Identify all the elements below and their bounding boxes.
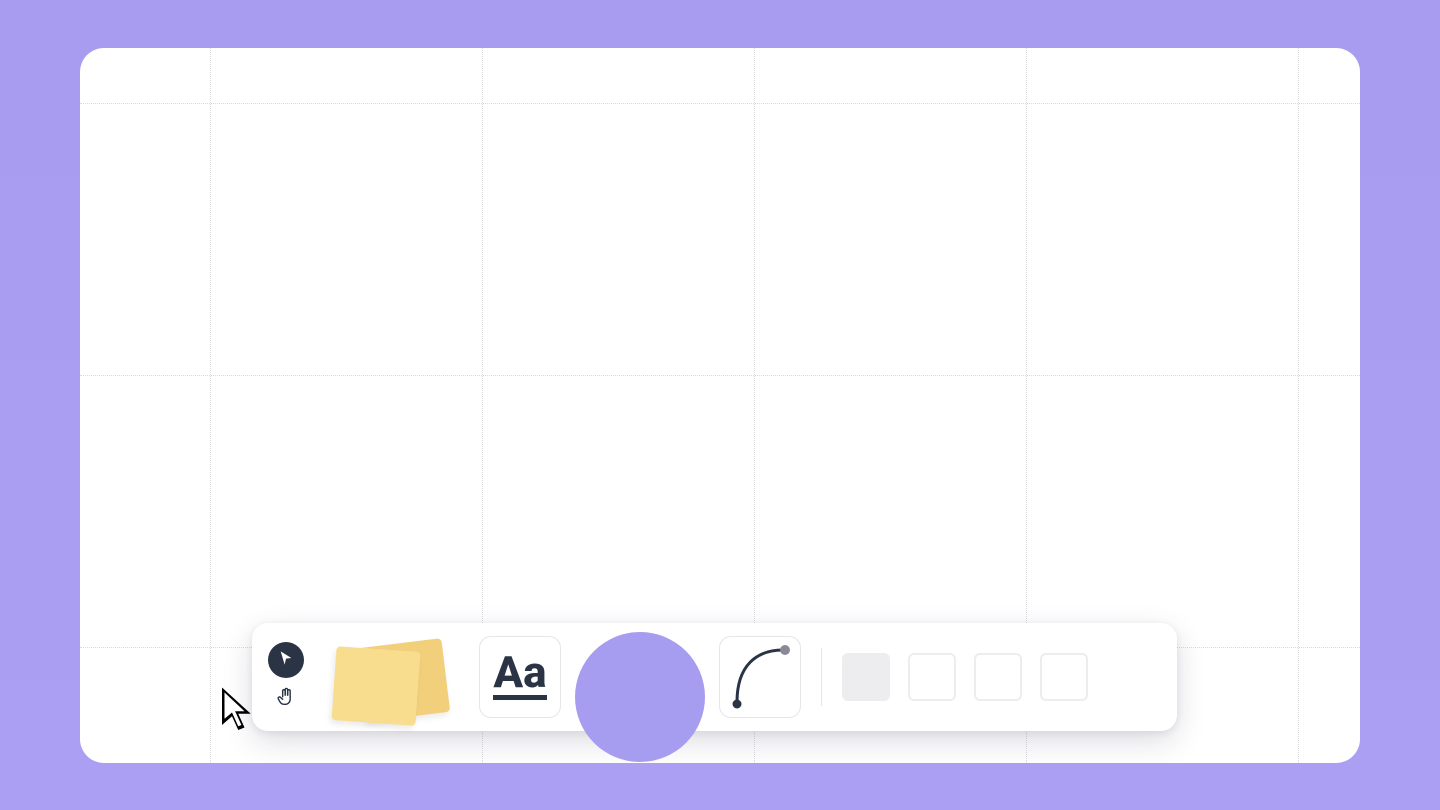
shape-tool[interactable] (575, 632, 705, 722)
select-tool[interactable] (268, 642, 304, 678)
color-swatch[interactable] (974, 653, 1022, 701)
ellipse-icon (575, 632, 705, 762)
color-swatch[interactable] (908, 653, 956, 701)
text-icon: Aa (493, 653, 546, 700)
connector-tool[interactable] (719, 636, 801, 718)
toolbar: Aa (252, 623, 1177, 731)
toolbar-divider (821, 648, 822, 706)
sticky-note-icon (332, 646, 421, 726)
color-swatch[interactable] (842, 653, 890, 701)
selection-tools (266, 642, 306, 712)
hand-icon (276, 686, 296, 710)
connector-icon (725, 640, 795, 714)
mouse-cursor-icon (218, 685, 256, 739)
cursor-icon (278, 650, 294, 670)
sticky-note-tool[interactable] (320, 637, 465, 717)
whiteboard-canvas[interactable]: Aa (80, 48, 1360, 763)
color-swatches (842, 653, 1088, 701)
hand-tool[interactable] (272, 684, 300, 712)
text-tool[interactable]: Aa (479, 636, 561, 718)
color-swatch[interactable] (1040, 653, 1088, 701)
